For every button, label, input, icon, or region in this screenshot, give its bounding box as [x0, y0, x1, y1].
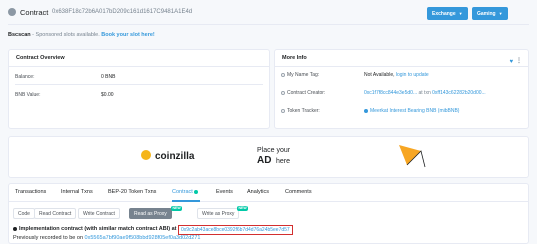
tab-events[interactable]: Events: [216, 189, 233, 195]
divider: [8, 24, 529, 25]
tab-analytics[interactable]: Analytics: [247, 189, 269, 195]
contract-overview-card: Contract Overview Balance: 0 BNB BNB Val…: [8, 49, 270, 129]
token-icon: [364, 108, 368, 113]
token-tracker-label: Token Tracker:: [281, 108, 320, 114]
card-title: Contract Overview: [9, 50, 269, 67]
ad-banner[interactable]: coinzilla Place your AD here: [8, 136, 529, 178]
active-tab-indicator: [172, 200, 200, 202]
name-tag-value: Not Available, login to update: [364, 72, 429, 78]
new-badge: NEW: [171, 206, 183, 211]
exchange-button[interactable]: Exchange ▼: [427, 7, 468, 20]
tab-comments[interactable]: Comments: [285, 189, 312, 195]
book-slot-link[interactable]: Book your slot here!: [101, 32, 154, 38]
sponsored-text: - Sponsored slots available.: [32, 32, 100, 38]
tab-contract-label: Contract: [172, 189, 193, 195]
tab-transactions[interactable]: Transactions: [15, 189, 46, 195]
balance-label: Balance:: [15, 74, 35, 80]
more-info-card: More Info ♥ ⋮ My Name Tag: Not Available…: [274, 49, 529, 129]
write-contract-button[interactable]: Write Contract: [78, 208, 120, 219]
creator-address-link[interactable]: 0xc1f7f8cc844e3e5d0...: [364, 90, 417, 96]
implementation-address-link[interactable]: 0x9c2ab43ace8bce0392f6b7d4d76a24b5ee7d57: [178, 225, 293, 235]
exchange-button-label: Exchange: [432, 11, 456, 17]
name-tag-label: My Name Tag:: [281, 72, 319, 78]
bnb-value-label: BNB Value:: [15, 92, 41, 98]
verified-check-icon: [194, 189, 199, 194]
code-button[interactable]: Code: [13, 208, 35, 219]
creator-value: 0xc1f7f8cc844e3e5d0... at txn 0xff143c62…: [364, 90, 486, 96]
contract-tabs-card: Transactions Internal Txns BEP-20 Token …: [8, 183, 529, 244]
read-as-proxy-button[interactable]: Read as Proxy: [129, 208, 172, 219]
balance-value: 0 BNB: [101, 74, 116, 80]
sponsored-brand: Bscscan: [8, 32, 31, 38]
ad-line2: AD: [257, 155, 271, 166]
question-icon: [281, 90, 285, 95]
implementation-text: Implementation contract (with similar ma…: [13, 226, 177, 232]
divider: [9, 201, 528, 202]
info-icon: [13, 226, 17, 231]
more-info-title: More Info: [282, 55, 307, 61]
page-header: Contract 0x638F18c72b6A017bD209c161d1617…: [0, 0, 537, 26]
at-txn-text: at txn: [418, 90, 431, 96]
question-icon: [281, 108, 285, 113]
bnb-value: $0.00: [101, 92, 114, 98]
page-title: Contract: [20, 8, 49, 17]
gaming-button[interactable]: Gaming ▼: [472, 7, 508, 20]
previous-address-link[interactable]: 0x5565a7bf90ae9f508bbd928f05ef0a3d02d271: [85, 235, 201, 241]
ad-graphic: coinzilla Place your AD here: [141, 145, 426, 168]
coinzilla-logo-icon: [141, 150, 151, 160]
tab-bep20-token-txns[interactable]: BEP-20 Token Txns: [108, 189, 156, 195]
token-tracker-link[interactable]: Meerkat Interest Bearing BNB (mibBNB): [370, 108, 459, 114]
gaming-button-label: Gaming: [477, 11, 496, 17]
chevron-down-icon: ▼: [458, 11, 463, 16]
question-icon: [281, 72, 285, 77]
login-to-update-link[interactable]: login to update: [396, 72, 429, 78]
ad-line1: Place your: [257, 147, 291, 154]
token-tracker-value: Meerkat Interest Bearing BNB (mibBNB): [364, 108, 459, 114]
divider: [15, 84, 263, 85]
creator-txn-link[interactable]: 0xff143c62282b20d00...: [432, 90, 486, 96]
sponsored-banner: Bscscan - Sponsored slots available. Boo…: [8, 32, 155, 38]
tab-contract[interactable]: Contract: [172, 189, 199, 195]
contract-address[interactable]: 0x638F18c72b6A017bD209c161d1617C9481A1E4…: [52, 9, 192, 15]
ad-brand: coinzilla: [155, 151, 195, 162]
name-tag-text: Not Available,: [364, 72, 395, 78]
heart-icon[interactable]: ♥: [509, 54, 513, 70]
previous-text: Previously recorded to be on 0x5565a7bf9…: [13, 235, 200, 241]
tab-internal-txns[interactable]: Internal Txns: [61, 189, 93, 195]
more-options-icon[interactable]: ⋮: [516, 53, 522, 69]
write-as-proxy-button[interactable]: Write as Proxy: [197, 208, 240, 219]
new-badge: NEW: [237, 206, 249, 211]
ad-line3: here: [276, 158, 290, 165]
previous-label: Previously recorded to be on: [13, 235, 84, 241]
chevron-down-icon: ▼: [498, 11, 503, 16]
contract-icon: [8, 8, 16, 16]
creator-label: Contract Creator:: [281, 90, 325, 96]
card-title: More Info ♥ ⋮: [275, 50, 528, 67]
read-contract-button[interactable]: Read Contract: [34, 208, 77, 219]
